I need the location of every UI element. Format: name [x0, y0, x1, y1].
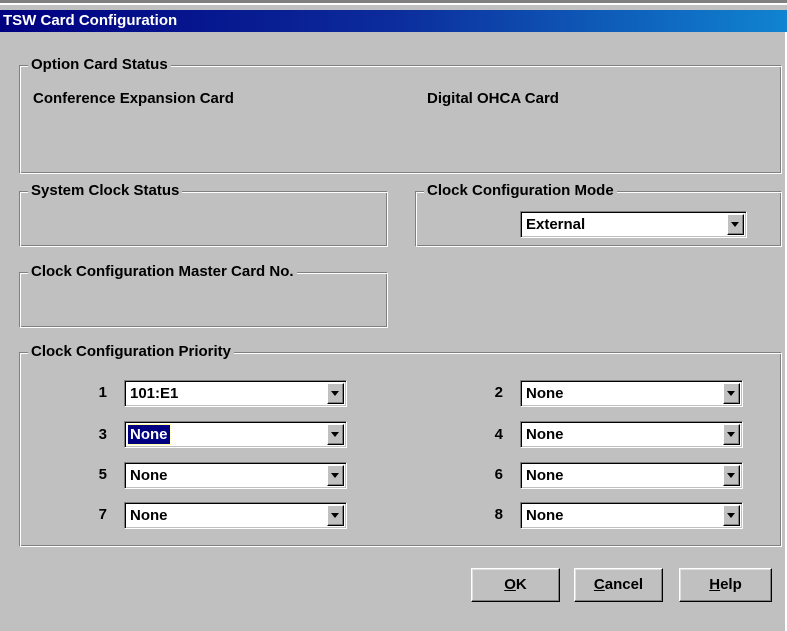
priority-num-3: 3 — [98, 426, 107, 443]
clock-mode-select[interactable]: External — [520, 211, 747, 238]
master-card-group: Clock Configuration Master Card No. — [19, 262, 388, 328]
priority-num-8: 8 — [494, 506, 503, 523]
priority-2-select[interactable]: None — [520, 380, 743, 407]
priority-3-select[interactable]: None — [124, 421, 347, 448]
chevron-down-icon — [727, 513, 735, 518]
priority-7-dropdown-button[interactable] — [327, 505, 344, 526]
help-mnemonic: H — [709, 576, 721, 593]
window-title: TSW Card Configuration — [3, 12, 178, 29]
priority-num-4: 4 — [494, 426, 503, 443]
option-card-status-group: Option Card Status Conference Expansion … — [19, 55, 782, 174]
priority-5-select[interactable]: None — [124, 462, 347, 489]
priority-8-dropdown-button[interactable] — [723, 505, 740, 526]
window-top-edge — [0, 0, 787, 10]
clock-mode-group: Clock Configuration Mode External — [415, 181, 782, 247]
cancel-button[interactable]: Cancel — [574, 568, 663, 602]
ok-label-rest: K — [515, 576, 527, 593]
priority-7-select[interactable]: None — [124, 502, 347, 529]
priority-num-1: 1 — [98, 384, 107, 401]
chevron-down-icon — [331, 513, 339, 518]
priority-4-value: None — [526, 426, 564, 443]
title-bar[interactable]: TSW Card Configuration — [0, 10, 787, 32]
priority-7-value: None — [130, 507, 168, 524]
card-digital-ohca: Digital OHCA Card — [427, 90, 559, 107]
cancel-mnemonic: C — [593, 576, 605, 593]
priority-1-select[interactable]: 101:E1 — [124, 380, 347, 407]
cancel-label-rest: ancel — [604, 576, 644, 593]
dialog-window: TSW Card Configuration Option Card Statu… — [0, 0, 787, 631]
priority-6-dropdown-button[interactable] — [723, 465, 740, 486]
priority-num-2: 2 — [494, 384, 503, 401]
chevron-down-icon — [727, 391, 735, 396]
priority-num-6: 6 — [494, 466, 503, 483]
card-conference-expansion: Conference Expansion Card — [33, 90, 234, 107]
chevron-down-icon — [727, 473, 735, 478]
clock-mode-value: External — [526, 216, 586, 233]
chevron-down-icon — [331, 473, 339, 478]
priority-num-5: 5 — [98, 466, 107, 483]
system-clock-status-group: System Clock Status — [19, 181, 388, 247]
priority-8-select[interactable]: None — [520, 502, 743, 529]
priority-1-dropdown-button[interactable] — [327, 383, 344, 404]
chevron-down-icon — [331, 432, 339, 437]
master-card-legend: Clock Configuration Master Card No. — [28, 262, 297, 282]
help-label-rest: elp — [720, 576, 742, 593]
priority-3-value: None — [127, 424, 171, 445]
priority-4-select[interactable]: None — [520, 421, 743, 448]
priority-1-value: 101:E1 — [130, 385, 179, 402]
option-card-status-legend: Option Card Status — [28, 55, 171, 75]
priority-6-select[interactable]: None — [520, 462, 743, 489]
priority-group: Clock Configuration Priority 1 101:E1 3 … — [19, 342, 782, 547]
priority-2-dropdown-button[interactable] — [723, 383, 740, 404]
help-button[interactable]: Help — [679, 568, 772, 602]
priority-8-value: None — [526, 507, 564, 524]
chevron-down-icon — [331, 391, 339, 396]
priority-3-dropdown-button[interactable] — [327, 424, 344, 445]
priority-6-value: None — [526, 467, 564, 484]
priority-5-value: None — [130, 467, 168, 484]
priority-2-value: None — [526, 385, 564, 402]
ok-mnemonic: O — [504, 576, 516, 593]
clock-mode-legend: Clock Configuration Mode — [424, 181, 617, 201]
system-clock-status-legend: System Clock Status — [28, 181, 183, 201]
ok-button[interactable]: OK — [471, 568, 560, 602]
priority-num-7: 7 — [98, 506, 107, 523]
priority-legend: Clock Configuration Priority — [28, 342, 235, 362]
priority-4-dropdown-button[interactable] — [723, 424, 740, 445]
chevron-down-icon — [727, 432, 735, 437]
clock-mode-dropdown-button[interactable] — [727, 214, 744, 235]
chevron-down-icon — [731, 222, 739, 227]
priority-5-dropdown-button[interactable] — [327, 465, 344, 486]
